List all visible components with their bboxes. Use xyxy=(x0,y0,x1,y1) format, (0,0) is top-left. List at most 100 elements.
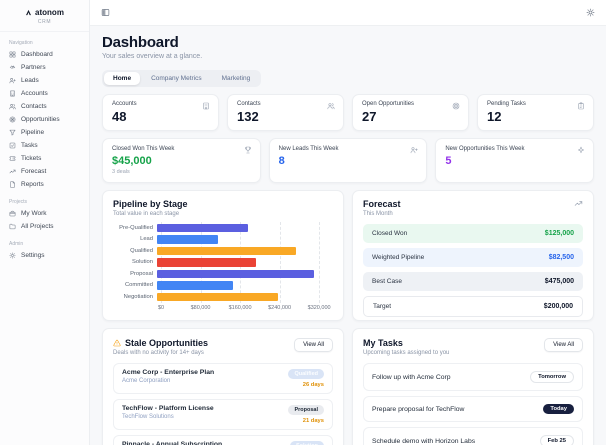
users-icon xyxy=(9,104,16,110)
forecast-row-value: $200,000 xyxy=(543,303,573,310)
tab-home[interactable]: Home xyxy=(104,72,141,85)
target-icon xyxy=(9,116,16,123)
sidebar-item-label: Reports xyxy=(21,181,44,188)
stat-label: Open Opportunities xyxy=(362,101,415,107)
tab-marketing[interactable]: Marketing xyxy=(213,72,260,85)
briefcase-icon xyxy=(9,210,16,217)
chart-bar xyxy=(157,223,249,232)
sidebar-item-contacts[interactable]: Contacts xyxy=(0,100,89,113)
trending-icon xyxy=(574,199,583,208)
stale-subtitle: Deals with no activity for 14+ days xyxy=(113,350,204,356)
task-title: Follow up with Acme Corp xyxy=(372,373,451,381)
opportunity-title: Pinnacle - Annual Subscription xyxy=(122,441,223,445)
task-due-badge: Today xyxy=(543,404,574,414)
chart-bar-row: Proposal xyxy=(113,268,333,280)
forecast-row-label: Target xyxy=(373,303,392,310)
nav-section-label: Projects xyxy=(9,199,28,205)
logo: atonom CRM xyxy=(0,0,89,32)
chart-bar-track xyxy=(157,269,329,278)
chart-bar-track xyxy=(157,258,329,267)
nav-section-label: Navigation xyxy=(9,40,33,46)
forecast-rows: Closed Won $125,000 Weighted Pipeline $82,5… xyxy=(363,224,583,317)
days-stale: 26 days xyxy=(302,382,324,388)
highlight-value: $45,000 xyxy=(112,155,152,167)
chart-bar-row: Pre-Qualified xyxy=(113,222,333,234)
task-item[interactable]: Prepare proposal for TechFlow Today xyxy=(363,396,583,422)
alert-triangle-icon xyxy=(113,339,121,347)
highlight-card-new-leads-this-week: New Leads This Week 8 xyxy=(268,138,428,183)
chart-bar xyxy=(157,246,297,255)
tasks-subtitle: Upcoming tasks assigned to you xyxy=(363,350,450,356)
sidebar-item-tasks[interactable]: Tasks xyxy=(0,139,89,152)
chart-bar xyxy=(157,258,256,267)
stat-label: Accounts xyxy=(112,101,137,107)
forecast-row-label: Weighted Pipeline xyxy=(372,254,425,261)
stale-view-all-button[interactable]: View All xyxy=(294,338,333,352)
stage-badge: Proposal xyxy=(288,405,324,415)
target-icon xyxy=(452,102,460,110)
file-icon xyxy=(10,181,15,188)
chart-bar xyxy=(157,292,279,301)
sidebar-toggle-button[interactable] xyxy=(101,8,110,17)
stat-value: 132 xyxy=(237,109,259,124)
chart-bar-row: Committed xyxy=(113,280,333,292)
stale-opportunity-item[interactable]: TechFlow - Platform License TechFlow Solu… xyxy=(113,399,333,430)
grid-icon xyxy=(9,51,16,58)
stat-card-open-opportunities: Open Opportunities 27 xyxy=(352,94,469,131)
sidebar-item-dashboard[interactable]: Dashboard xyxy=(0,48,89,61)
sidebar-item-forecast[interactable]: Forecast xyxy=(0,165,89,178)
pipeline-chart: Pre-Qualified Lead Qualified Solution Propos… xyxy=(113,222,333,303)
chart-bar xyxy=(157,235,218,244)
task-title: Prepare proposal for TechFlow xyxy=(372,405,465,413)
sidebar-item-partners[interactable]: Partners xyxy=(0,61,89,74)
task-due-badge: Feb 25 xyxy=(539,435,574,445)
task-item[interactable]: Schedule demo with Horizon Labs Feb 25 xyxy=(363,427,583,445)
building-icon xyxy=(203,102,209,110)
tasks-view-all-button[interactable]: View All xyxy=(544,338,583,352)
forecast-subtitle: This Month xyxy=(363,211,393,217)
forecast-row-value: $82,500 xyxy=(548,254,574,261)
stat-card-pending-tasks: Pending Tasks 12 xyxy=(477,94,594,131)
trending-icon xyxy=(9,169,16,174)
sidebar-item-pipeline[interactable]: Pipeline xyxy=(0,126,89,139)
highlight-value: 5 xyxy=(445,155,452,167)
chart-x-axis: $0 $80,000 $160,000 $240,000 $320,000 xyxy=(157,303,331,312)
tasks-title: My Tasks xyxy=(363,338,403,348)
stale-opportunity-item[interactable]: Acme Corp - Enterprise Plan Acme Corporat… xyxy=(113,363,333,394)
highlight-label: New Opportunities This Week xyxy=(445,146,525,152)
forecast-row-weighted-pipeline: Weighted Pipeline $82,500 xyxy=(363,248,583,267)
page-title: Dashboard xyxy=(102,34,179,51)
tasks-list: Follow up with Acme Corp Tomorrow Prepare … xyxy=(363,363,583,445)
chart-bar-track xyxy=(157,246,329,255)
tab-company-metrics[interactable]: Company Metrics xyxy=(142,72,211,85)
ticket-icon xyxy=(9,156,16,161)
logo-icon xyxy=(26,9,32,16)
sidebar-item-opportunities[interactable]: Opportunities xyxy=(0,113,89,126)
sidebar-item-my-work[interactable]: My Work xyxy=(0,207,89,220)
chart-x-tick: $0 xyxy=(157,304,165,311)
chart-title: Pipeline by Stage xyxy=(113,199,188,209)
sidebar-item-reports[interactable]: Reports xyxy=(0,178,89,191)
theme-toggle-button[interactable] xyxy=(586,8,595,17)
sidebar-item-all-projects[interactable]: All Projects xyxy=(0,220,89,233)
stale-opportunity-item[interactable]: Pinnacle - Annual SubscriptionPinnacle I… xyxy=(113,435,333,445)
stale-title: Stale Opportunities xyxy=(125,338,209,348)
alert-triangle-icon xyxy=(113,339,121,347)
sidebar-nav: Navigation Dashboard Partners Leads Accounts… xyxy=(0,40,89,262)
chart-category-label: Lead xyxy=(140,236,153,243)
chart-bar-row: Qualified xyxy=(113,245,333,257)
logo-text: atonom xyxy=(35,8,64,17)
chart-bar-track xyxy=(157,235,329,244)
sidebar-item-accounts[interactable]: Accounts xyxy=(0,87,89,100)
sidebar-item-settings[interactable]: Settings xyxy=(0,249,89,262)
sun-icon xyxy=(586,8,595,17)
forecast-row-label: Closed Won xyxy=(372,230,408,237)
user-plus-icon xyxy=(9,78,16,84)
highlight-label: Closed Won This Week xyxy=(112,146,175,152)
sidebar-item-tickets[interactable]: Tickets xyxy=(0,152,89,165)
sidebar-item-label: All Projects xyxy=(21,223,54,230)
sidebar-item-label: Partners xyxy=(21,64,46,71)
task-item[interactable]: Follow up with Acme Corp Tomorrow xyxy=(363,363,583,391)
sidebar-item-leads[interactable]: Leads xyxy=(0,74,89,87)
stat-card-contacts: Contacts 132 xyxy=(227,94,344,131)
